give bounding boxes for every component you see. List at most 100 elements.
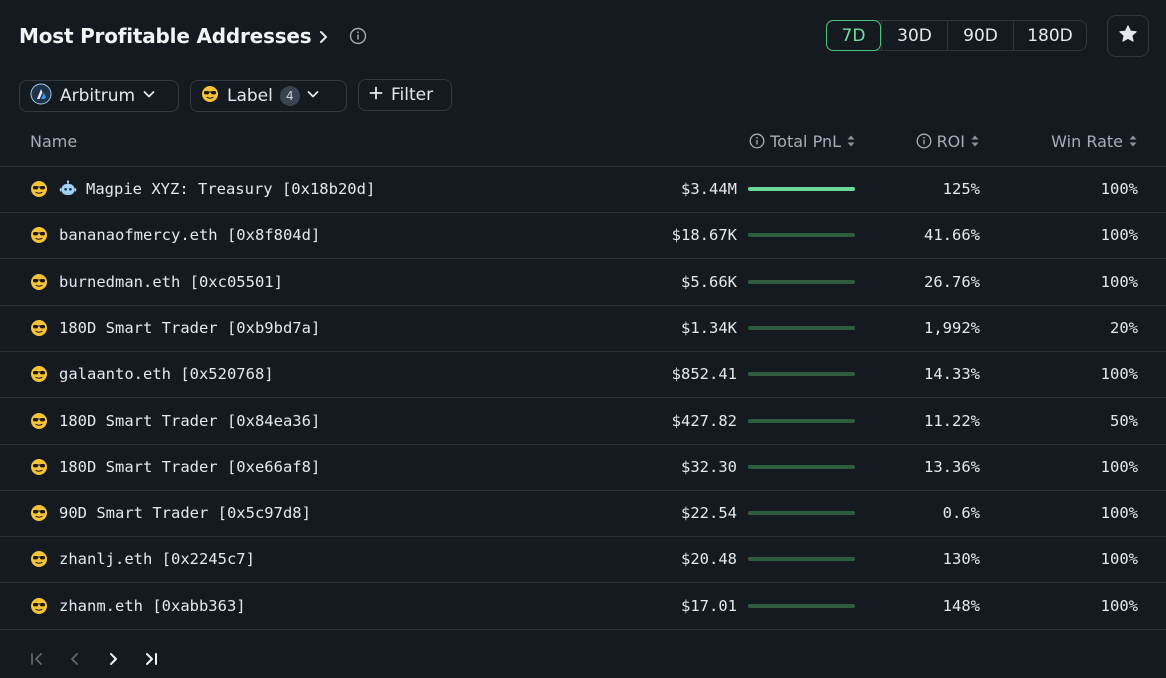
table-row[interactable]: galaanto.eth [0x520768] $852.41 14.33% 100% bbox=[0, 351, 1166, 399]
address-name-label[interactable]: 180D Smart Trader [0xe66af8] bbox=[59, 458, 320, 476]
pnl-bar-fill bbox=[748, 418, 855, 423]
pnl-bar-fill bbox=[748, 511, 855, 516]
address-name-label[interactable]: burnedman.eth [0xc05501] bbox=[59, 273, 283, 291]
label-select-label: Label bbox=[227, 86, 273, 106]
favorite-button[interactable] bbox=[1107, 15, 1149, 57]
plus-icon bbox=[369, 85, 383, 105]
address-name-cell[interactable]: 180D Smart Trader [0x84ea36] bbox=[30, 398, 320, 444]
page-title[interactable]: Most Profitable Addresses bbox=[19, 24, 312, 48]
roi-value: 14.33% bbox=[924, 365, 980, 384]
address-name-cell[interactable]: 180D Smart Trader [0xb9bd7a] bbox=[30, 305, 320, 351]
period-30d-button[interactable]: 30D bbox=[881, 20, 947, 51]
address-name-label[interactable]: 180D Smart Trader [0x84ea36] bbox=[59, 412, 320, 430]
table-row[interactable]: zhanlj.eth [0x2245c7] $20.48 130% 100% bbox=[0, 536, 1166, 584]
arbitrum-logo-icon bbox=[30, 83, 52, 110]
info-icon[interactable] bbox=[749, 133, 765, 149]
column-roi-label: ROI bbox=[936, 131, 965, 151]
win-rate-value: 50% bbox=[1110, 411, 1138, 430]
column-pnl-label: Total PnL bbox=[770, 131, 841, 151]
pnl-value: $17.01 bbox=[681, 596, 737, 615]
pnl-bar bbox=[748, 464, 855, 469]
address-name-cell[interactable]: zhanlj.eth [0x2245c7] bbox=[30, 536, 255, 582]
address-name-cell[interactable]: galaanto.eth [0x520768] bbox=[30, 351, 274, 397]
page-header: Most Profitable Addresses bbox=[19, 20, 367, 52]
label-select[interactable]: Label 4 bbox=[190, 80, 347, 112]
period-7d-button[interactable]: 7D bbox=[826, 20, 881, 51]
roi-value: 148% bbox=[942, 596, 980, 615]
first-page-icon[interactable] bbox=[28, 648, 66, 670]
roi-value: 13.36% bbox=[924, 457, 980, 476]
address-name-cell[interactable]: Magpie XYZ: Treasury [0x18b20d] bbox=[30, 166, 375, 212]
table-header: Name Total PnL ROI Win Rate bbox=[0, 124, 1166, 167]
table-row[interactable]: 180D Smart Trader [0xe66af8] $32.30 13.36%… bbox=[0, 444, 1166, 491]
column-header-pnl[interactable]: Total PnL bbox=[749, 124, 856, 158]
sunglasses-emoji-icon bbox=[30, 597, 48, 615]
column-win-rate-label: Win Rate bbox=[1051, 131, 1123, 151]
pnl-value: $427.82 bbox=[671, 411, 737, 430]
last-page-icon[interactable] bbox=[142, 648, 180, 670]
table-row[interactable]: zhanm.eth [0xabb363] $17.01 148% 100% bbox=[0, 583, 1166, 630]
sunglasses-emoji-icon bbox=[30, 319, 48, 337]
column-header-name: Name bbox=[30, 124, 77, 158]
period-180d-button[interactable]: 180D bbox=[1013, 20, 1086, 51]
prev-page-icon[interactable] bbox=[66, 648, 104, 670]
pnl-value: $22.54 bbox=[681, 504, 737, 523]
period-90d-button[interactable]: 90D bbox=[947, 20, 1013, 51]
address-name-label[interactable]: bananaofmercy.eth [0x8f804d] bbox=[59, 226, 320, 244]
info-icon[interactable] bbox=[916, 133, 932, 149]
address-name-label[interactable]: 90D Smart Trader [0x5c97d8] bbox=[59, 504, 311, 522]
sunglasses-emoji-icon bbox=[30, 504, 48, 522]
win-rate-value: 20% bbox=[1110, 318, 1138, 337]
filter-button-label: Filter bbox=[391, 85, 434, 105]
chain-select[interactable]: Arbitrum bbox=[19, 80, 179, 112]
address-name-cell[interactable]: 180D Smart Trader [0xe66af8] bbox=[30, 444, 320, 490]
roi-value: 0.6% bbox=[942, 504, 980, 523]
win-rate-value: 100% bbox=[1100, 457, 1138, 476]
table-row[interactable]: 180D Smart Trader [0x84ea36] $427.82 11.22… bbox=[0, 398, 1166, 445]
address-name-cell[interactable]: burnedman.eth [0xc05501] bbox=[30, 259, 283, 305]
table-row[interactable]: burnedman.eth [0xc05501] $5.66K 26.76% 100% bbox=[0, 259, 1166, 306]
pnl-bar-fill bbox=[748, 557, 855, 562]
address-name-cell[interactable]: 90D Smart Trader [0x5c97d8] bbox=[30, 490, 311, 536]
table-row[interactable]: Magpie XYZ: Treasury [0x18b20d] $3.44M 125… bbox=[0, 166, 1166, 213]
roi-value: 26.76% bbox=[924, 272, 980, 291]
win-rate-value: 100% bbox=[1100, 226, 1138, 245]
address-name-cell[interactable]: zhanm.eth [0xabb363] bbox=[30, 583, 246, 629]
pnl-bar bbox=[748, 372, 855, 377]
sunglasses-emoji-icon bbox=[30, 412, 48, 430]
pnl-value: $20.48 bbox=[681, 550, 737, 569]
sort-icon bbox=[1128, 133, 1138, 149]
address-name-label[interactable]: 180D Smart Trader [0xb9bd7a] bbox=[59, 319, 320, 337]
chevron-right-icon[interactable] bbox=[317, 29, 331, 43]
address-name-label[interactable]: zhanlj.eth [0x2245c7] bbox=[59, 550, 255, 568]
address-name-label[interactable]: galaanto.eth [0x520768] bbox=[59, 365, 274, 383]
pnl-bar-fill bbox=[748, 325, 855, 330]
address-name-label[interactable]: Magpie XYZ: Treasury [0x18b20d] bbox=[86, 180, 375, 198]
column-header-roi[interactable]: ROI bbox=[916, 124, 980, 158]
pnl-bar bbox=[748, 418, 855, 423]
table-row[interactable]: 90D Smart Trader [0x5c97d8] $22.54 0.6% 100… bbox=[0, 490, 1166, 538]
table-row[interactable]: bananaofmercy.eth [0x8f804d] $18.67K 41.66… bbox=[0, 212, 1166, 260]
chain-select-label: Arbitrum bbox=[60, 86, 136, 106]
chevron-down-icon bbox=[306, 86, 320, 106]
column-header-win-rate[interactable]: Win Rate bbox=[1051, 124, 1138, 158]
address-name-label[interactable]: zhanm.eth [0xabb363] bbox=[59, 597, 246, 615]
pnl-bar-fill bbox=[748, 464, 855, 469]
pnl-bar bbox=[748, 187, 855, 191]
info-icon[interactable] bbox=[349, 27, 367, 45]
period-toggle: 7D 30D 90D 180D bbox=[826, 20, 1087, 51]
pnl-bar bbox=[748, 325, 855, 330]
sort-icon bbox=[846, 133, 856, 149]
filter-button[interactable]: Filter bbox=[358, 79, 452, 111]
table-row[interactable]: 180D Smart Trader [0xb9bd7a] $1.34K 1,992%… bbox=[0, 305, 1166, 352]
address-name-cell[interactable]: bananaofmercy.eth [0x8f804d] bbox=[30, 212, 320, 258]
roi-value: 11.22% bbox=[924, 411, 980, 430]
pnl-bar-fill bbox=[748, 187, 855, 191]
win-rate-value: 100% bbox=[1100, 365, 1138, 384]
win-rate-value: 100% bbox=[1100, 550, 1138, 569]
win-rate-value: 100% bbox=[1100, 596, 1138, 615]
win-rate-value: 100% bbox=[1100, 272, 1138, 291]
next-page-icon[interactable] bbox=[104, 648, 142, 670]
sunglasses-emoji-icon bbox=[30, 365, 48, 383]
pnl-bar bbox=[748, 557, 855, 562]
